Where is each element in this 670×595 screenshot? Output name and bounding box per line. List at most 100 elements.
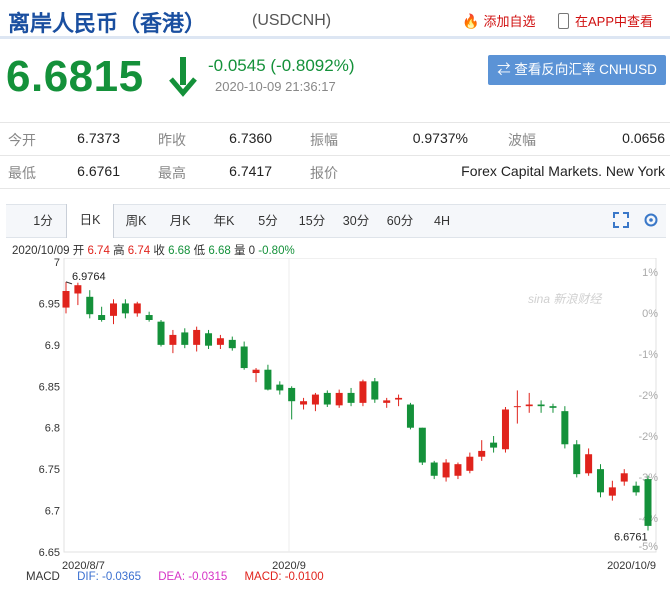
tab-daily-k[interactable]: 日K [66,204,114,238]
stat-label-range: 波幅 [508,132,536,148]
candle-body [537,404,545,407]
candle-body [347,392,355,403]
y-pct-tick-label: -2% [638,431,658,443]
candle-body [395,397,403,400]
candle-body [62,291,70,308]
candle-body [573,444,581,475]
candle-body [86,296,94,315]
tab-monthly-k[interactable]: 月K [158,205,202,237]
stat-label-source: 报价 [310,165,338,181]
stat-value-amplitude: 0.9737% [412,130,468,146]
y-tick-label: 6.8 [45,423,60,435]
macd-dif: DIF: -0.0365 [77,571,141,583]
y-pct-tick-label: -1% [638,349,658,361]
ohlc-date: 2020/10/09 [12,245,70,257]
candle-body [240,346,248,369]
macd-dea: DEA: -0.0315 [158,571,228,583]
y-tick-label: 6.95 [39,298,60,310]
tab-1min[interactable]: 1分 [20,205,66,237]
tab-yearly-k[interactable]: 年K [202,205,246,237]
candle-body [383,400,391,403]
view-in-app-button[interactable]: 在APP中查看 [558,11,653,30]
tab-weekly-k[interactable]: 周K [114,205,158,237]
candle-body [371,381,379,400]
tab-30min[interactable]: 30分 [334,205,378,237]
stat-value-open: 6.7373 [77,130,120,146]
candle-body [620,473,628,482]
stats-divider [0,155,670,156]
stat-label-high: 最高 [158,165,186,181]
add-favorite-label: 添加自选 [483,14,536,29]
candle-body [252,369,260,374]
candle-body [98,315,106,320]
reverse-rate-label: 查看反向汇率 CNHUSD [514,62,657,77]
y-tick-label: 6.75 [39,464,60,476]
candle-body [501,409,509,450]
candle-body [157,321,165,345]
ohlc-open-label: 开 [72,245,85,257]
candle-body [585,454,593,474]
ticker-code: (USDCNH) [252,12,332,29]
candle-body [608,487,616,496]
stat-label-prev-close: 昨收 [158,132,186,148]
y-tick-label: 7 [54,258,60,269]
candle-body [359,381,367,403]
ohlc-open: 6.74 [87,245,110,257]
settings-icon[interactable] [642,211,660,229]
candle-body [228,339,236,349]
candle-body [549,406,557,408]
ohlc-pct: -0.80% [258,245,295,257]
ohlc-vol-label: 量 [233,245,246,257]
min-price-label: 6.6761 [614,531,648,543]
stat-label-low: 最低 [8,165,36,181]
y-tick-label: 6.85 [39,381,60,393]
reverse-rate-button[interactable]: ⇄ 查看反向汇率 CNHUSD [488,55,666,85]
ohlc-high-label: 高 [113,245,125,257]
y-pct-tick-label: -2% [638,390,658,402]
candle-body [525,404,533,407]
stat-value-source: Forex Capital Markets. New York [461,163,665,179]
fullscreen-icon[interactable] [612,211,630,229]
stat-value-low: 6.6761 [77,163,120,179]
candle-body [513,406,521,408]
candle-body [323,392,331,405]
ohlc-summary: 2020/10/09 开 6.74 高 6.74 收 6.68 低 6.68 量… [12,242,295,258]
candle-body [264,369,272,390]
ohlc-vol: 0 [248,245,256,257]
tab-60min[interactable]: 60分 [378,205,422,237]
candle-body [181,332,189,345]
ohlc-close: 6.68 [168,245,191,257]
watermark-text: sina 新浪财经 [528,292,603,306]
page-title: 离岸人民币（香港） [8,11,207,36]
candle-body [490,442,498,448]
stats-divider [0,122,670,123]
y-pct-tick-label: 0% [642,308,658,320]
candle-body [288,387,296,402]
candle-body [193,329,201,345]
down-arrow-icon [169,57,197,97]
candle-body [561,411,569,445]
current-price: 6.6815 [6,52,144,101]
candle-body [216,338,224,345]
candle-body [145,315,153,320]
candle-body [644,479,652,526]
price-change: -0.0545 (-0.8092%) [208,56,355,75]
stats-divider [0,188,670,189]
candle-body [169,334,177,345]
tab-15min[interactable]: 15分 [290,205,334,237]
candle-body [300,401,308,405]
period-tabs: 1分 日K 周K 月K 年K 5分 15分 30分 60分 4H [6,204,666,238]
tab-4h[interactable]: 4H [422,205,462,237]
candle-body [466,456,474,471]
candle-body [632,485,640,493]
stat-label-open: 今开 [8,132,36,148]
candle-body [442,462,450,478]
candle-body [121,303,129,314]
ohlc-low-label: 低 [193,245,206,257]
candlestick-chart[interactable]: sina 新浪财经 7 6.95 6.9 6.85 6.8 6.75 6.7 6.65 1% 0% -… [0,258,670,570]
candle-body [454,464,462,476]
tab-5min[interactable]: 5分 [246,205,290,237]
flame-icon: 🔥 [462,13,480,29]
add-favorite-button[interactable]: 🔥 添加自选 [462,11,535,30]
page-header: 离岸人民币（香港） (USDCNH) 🔥 添加自选 在APP中查看 [0,0,670,36]
